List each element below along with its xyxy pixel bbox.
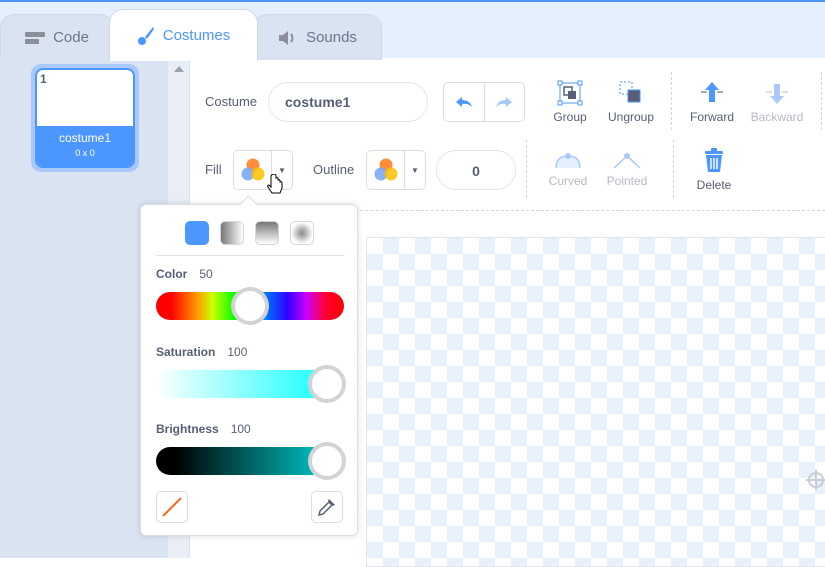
color-slider-knob[interactable] bbox=[231, 287, 269, 325]
tab-sounds[interactable]: Sounds bbox=[253, 14, 382, 60]
divider bbox=[821, 72, 822, 130]
group-label: Group bbox=[553, 110, 587, 124]
forward-arrow-icon bbox=[701, 82, 723, 102]
fill-label: Fill bbox=[205, 162, 222, 177]
tab-label: Sounds bbox=[306, 29, 357, 46]
ungroup-label: Ungroup bbox=[607, 110, 655, 124]
costume-number: 1 bbox=[40, 72, 47, 86]
scroll-up-arrow-icon[interactable] bbox=[174, 66, 184, 72]
backward-label: Backward bbox=[750, 110, 804, 124]
no-color-button[interactable] bbox=[156, 491, 188, 523]
ungroup-icon bbox=[619, 81, 641, 103]
multicolor-swatch-icon bbox=[241, 158, 264, 181]
group-button[interactable]: Group bbox=[535, 80, 605, 124]
divider bbox=[156, 255, 344, 256]
solid-fill-button[interactable] bbox=[185, 221, 209, 245]
brightness-slider-knob[interactable] bbox=[308, 442, 346, 480]
multicolor-swatch-icon bbox=[374, 158, 397, 181]
pointed-point-icon bbox=[613, 153, 641, 169]
divider bbox=[673, 140, 674, 198]
tab-code[interactable]: Code bbox=[0, 14, 114, 60]
pointed-button[interactable]: Pointed bbox=[592, 150, 662, 188]
costume-size: 0 x 0 bbox=[75, 148, 95, 158]
curved-point-icon bbox=[555, 153, 581, 169]
divider bbox=[671, 72, 672, 130]
undo-icon bbox=[455, 97, 472, 107]
horizontal-gradient-button[interactable] bbox=[220, 221, 244, 245]
backward-button[interactable]: Backward bbox=[742, 80, 812, 124]
pointed-label: Pointed bbox=[606, 174, 648, 188]
forward-label: Forward bbox=[689, 110, 734, 124]
backward-arrow-icon bbox=[766, 84, 788, 104]
brightness-slider-label: Brightness 100 bbox=[156, 422, 251, 436]
costume-name-input[interactable]: costume1 bbox=[268, 82, 428, 122]
costume-label: Costume bbox=[205, 94, 258, 109]
tab-label: Costumes bbox=[162, 27, 231, 44]
eyedropper-icon bbox=[317, 499, 335, 517]
costume-name: costume1 bbox=[58, 131, 112, 145]
eyedropper-button[interactable] bbox=[311, 491, 343, 523]
no-color-slash-icon bbox=[162, 497, 182, 517]
tab-costumes[interactable]: Costumes bbox=[109, 9, 258, 61]
paint-canvas[interactable] bbox=[366, 237, 825, 567]
undo-button[interactable] bbox=[444, 83, 485, 121]
divider bbox=[526, 140, 527, 198]
outline-color-picker[interactable]: ▼ bbox=[366, 150, 426, 190]
color-slider-label: Color 50 bbox=[156, 267, 213, 281]
delete-button[interactable]: Delete bbox=[679, 148, 749, 192]
trash-icon bbox=[705, 148, 723, 172]
saturation-slider-knob[interactable] bbox=[308, 365, 346, 403]
redo-button[interactable] bbox=[485, 83, 525, 121]
forward-button[interactable]: Forward bbox=[677, 80, 747, 124]
crosshair-icon bbox=[806, 470, 825, 490]
curved-label: Curved bbox=[548, 174, 588, 188]
saturation-slider-label: Saturation 100 bbox=[156, 345, 248, 359]
code-blocks-icon bbox=[25, 31, 46, 44]
outline-label: Outline bbox=[313, 162, 355, 177]
tab-bar: Code Costumes Sounds bbox=[0, 2, 825, 61]
vertical-gradient-button[interactable] bbox=[255, 221, 279, 245]
fill-color-popup: Color 50 Saturation 100 Brightness 100 bbox=[140, 204, 358, 536]
tab-label: Code bbox=[53, 29, 89, 46]
hand-cursor-icon bbox=[267, 174, 283, 194]
delete-label: Delete bbox=[696, 178, 732, 192]
group-icon bbox=[557, 80, 583, 106]
radial-gradient-button[interactable] bbox=[290, 221, 314, 245]
paintbrush-icon bbox=[137, 26, 154, 45]
ungroup-button[interactable]: Ungroup bbox=[596, 80, 666, 124]
speaker-icon bbox=[279, 30, 294, 45]
fill-color-picker[interactable]: ▼ bbox=[233, 150, 293, 190]
dropdown-arrow-icon[interactable]: ▼ bbox=[405, 151, 425, 189]
outline-width-input[interactable]: 0 bbox=[436, 150, 516, 190]
redo-icon bbox=[496, 97, 513, 107]
costume-thumbnail[interactable]: 1 costume1 0 x 0 bbox=[31, 64, 139, 172]
